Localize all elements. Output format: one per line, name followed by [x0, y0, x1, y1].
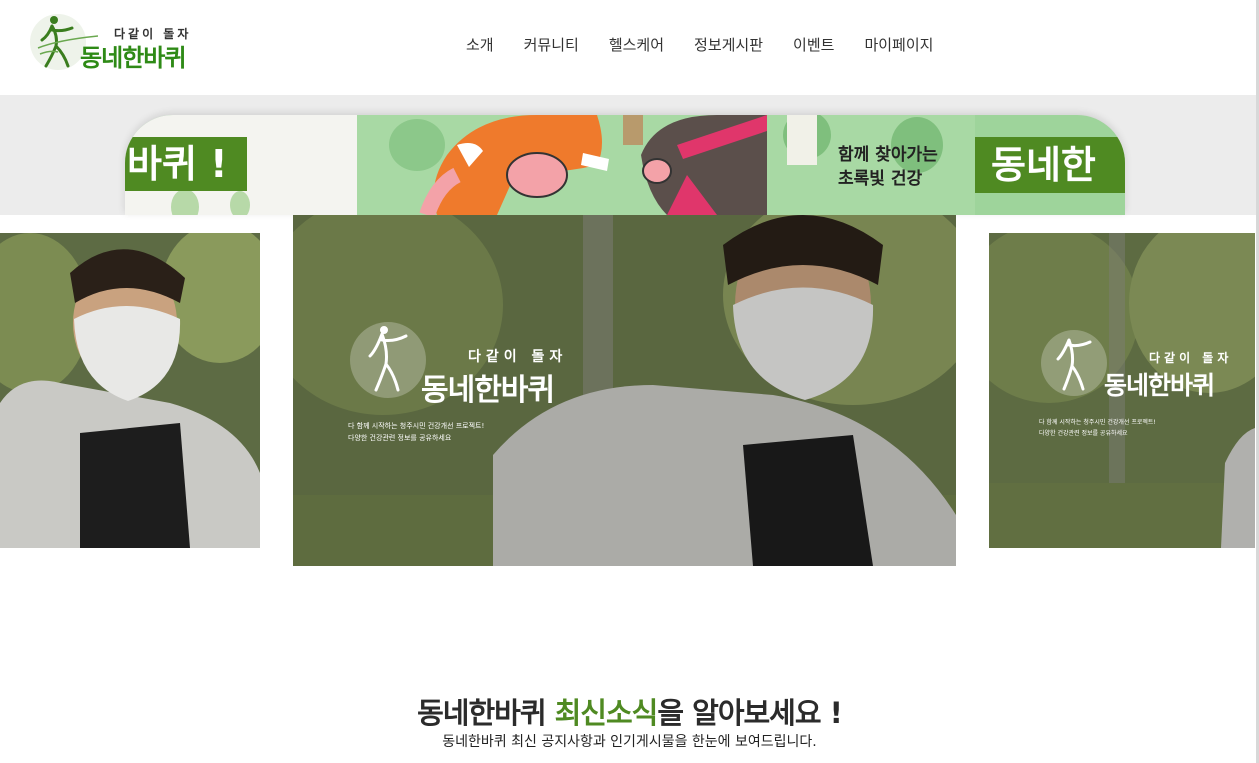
runner-photo [0, 233, 260, 548]
overlay-description: 다 함께 시작하는 청주시민 건강개선 프로젝트! 다양한 건강관련 정보를 공… [348, 420, 484, 444]
overlay-logo-icon [1041, 330, 1107, 396]
nav-info-board[interactable]: 정보게시판 [694, 34, 763, 55]
nav-mypage[interactable]: 마이페이지 [864, 34, 933, 55]
overlay-desc-line2: 다양한 건강관련 정보를 공유하세요 [348, 434, 452, 442]
nav-intro[interactable]: 소개 [466, 34, 494, 55]
nav-event[interactable]: 이벤트 [793, 34, 834, 55]
carousel-slide-next[interactable]: 다같이 돌자 동네한바퀴 다 함께 시작하는 청주시민 건강개선 프로젝트! 다… [989, 233, 1255, 548]
nav-community[interactable]: 커뮤니티 [524, 34, 579, 55]
site-header: 다같이 돌자 동네한바퀴 소개 커뮤니티 헬스케어 정보게시판 이벤트 마이페이… [0, 0, 1259, 95]
overlay-tagline: 다같이 돌자 [468, 349, 568, 365]
carousel-slide-active[interactable]: 다같이 돌자 동네한바퀴 다 함께 시작하는 청주시민 건강개선 프로젝트! 다… [293, 215, 956, 566]
logo-title: 동네한바퀴 [80, 44, 186, 72]
nav-healthcare[interactable]: 헬스케어 [609, 34, 664, 55]
banner-slogan-line1: 함께 찾아가는 [838, 145, 938, 165]
site-logo[interactable]: 다같이 돌자 동네한바퀴 [28, 8, 198, 76]
overlay-logo-icon [350, 322, 426, 398]
overlay-title: 동네한바퀴 [421, 373, 555, 408]
banner-left-panel: 바퀴 ! [125, 115, 357, 215]
main-nav: 소개 커뮤니티 헬스케어 정보게시판 이벤트 마이페이지 [466, 34, 963, 55]
promo-banner[interactable]: 바퀴 ! 함께 찾아가는 초록빛 건강 동네한 [125, 115, 1125, 215]
news-section-subtitle: 동네한바퀴 최신 공지사항과 인기게시물을 한눈에 보여드립니다. [442, 734, 817, 750]
banner-right-title: 동네한 [975, 137, 1125, 193]
news-section-title: 동네한바퀴 최신소식을 알아보세요 ! [0, 690, 1259, 732]
overlay-description: 다 함께 시작하는 청주시민 건강개선 프로젝트! 다양한 건강관련 정보를 공… [1039, 417, 1156, 439]
overlay-desc-line1: 다 함께 시작하는 청주시민 건강개선 프로젝트! [348, 422, 485, 430]
news-title-accent: 최신소식 [554, 696, 659, 730]
overlay-title: 동네한바퀴 [1104, 371, 1215, 400]
carousel-slide-prev[interactable] [0, 233, 260, 548]
banner-slogan-line2: 초록빛 건강 [838, 169, 923, 189]
overlay-desc-line1: 다 함께 시작하는 청주시민 건강개선 프로젝트! [1039, 419, 1156, 426]
banner-left-title: 바퀴 ! [125, 137, 247, 191]
overlay-desc-line2: 다양한 건강관련 정보를 공유하세요 [1039, 430, 1128, 437]
banner-slogan: 함께 찾아가는 초록빛 건강 [838, 143, 938, 191]
overlay-tagline: 다같이 돌자 [1149, 351, 1233, 365]
news-title-part2: 을 알아보세요 ! [657, 696, 842, 730]
news-title-part1: 동네한바퀴 [417, 696, 555, 730]
